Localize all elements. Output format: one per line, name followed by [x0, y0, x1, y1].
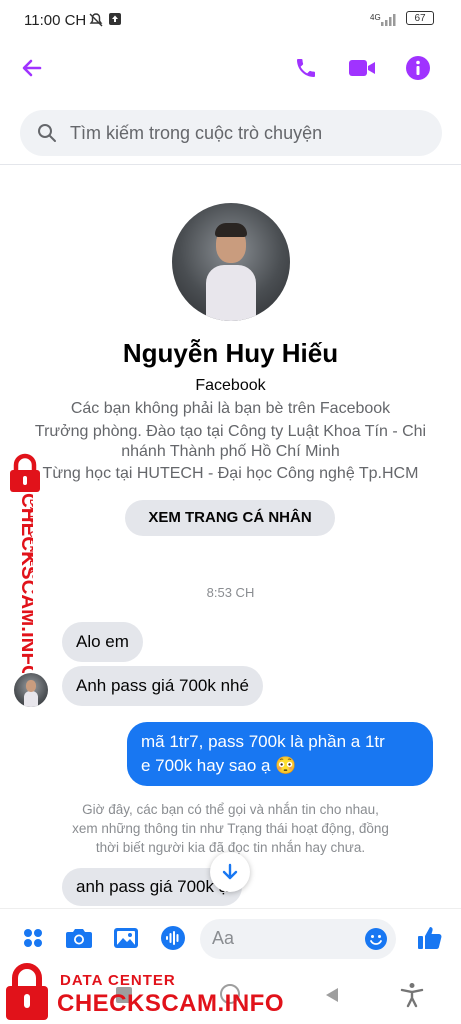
notice-line: xem những thông tin như Trạng thái hoạt …: [72, 821, 389, 836]
image-icon: [114, 928, 138, 948]
profile-education: Từng học tại HUTECH - Đại học Công nghệ …: [42, 465, 419, 482]
voice-call-button[interactable]: [288, 50, 324, 86]
signal-icon: [380, 12, 400, 29]
scroll-to-bottom-button[interactable]: [210, 852, 250, 892]
emoji-icon[interactable]: [364, 927, 388, 951]
back-button[interactable]: [14, 50, 50, 86]
profile-name: Nguyễn Huy Hiếu: [122, 338, 339, 368]
status-time: 11:00 CH: [24, 12, 87, 29]
arrow-down-icon: [222, 863, 238, 880]
view-profile-button[interactable]: XEM TRANG CÁ NHÂN: [125, 500, 335, 536]
profile-platform: Facebook: [195, 377, 266, 394]
microphone-icon: [161, 926, 185, 950]
info-icon: [406, 56, 430, 80]
watermark-big-bottom: CHECKSCAM.INFO: [57, 990, 284, 1017]
apps-button[interactable]: [18, 923, 48, 953]
watermark-lock-icon: [10, 453, 40, 492]
video-call-button[interactable]: [344, 50, 380, 86]
phone-icon: [297, 59, 315, 77]
outgoing-message-line: e 700k hay sao ạ 😳: [141, 756, 297, 775]
watermark-small-vertical: DATA CENTER: [28, 499, 33, 575]
message-timestamp: 8:53 CH: [206, 585, 255, 600]
info-button[interactable]: [400, 50, 436, 86]
watermark-vertical: CHECKSCAM.INFO DATA CENTER: [17, 493, 33, 673]
incoming-message[interactable]: Alo em: [62, 622, 143, 662]
message-composer: Aa: [0, 908, 461, 967]
outgoing-message-line: mã 1tr7, pass 700k là phần a 1tr: [141, 732, 385, 751]
chat-header: [0, 44, 461, 92]
notice-line: Giờ đây, các bạn có thể gọi và nhắn tin …: [82, 802, 379, 817]
four-dots-icon: [24, 929, 42, 947]
watermark-small-bottom: DATA CENTER: [60, 972, 176, 989]
conversation-search[interactable]: Tìm kiếm trong cuộc trò chuyện: [20, 110, 442, 156]
connection-notice: Giờ đây, các bạn có thể gọi và nhắn tin …: [40, 800, 421, 857]
profile-relation: Các bạn không phải là bạn bè trên Facebo…: [70, 400, 391, 417]
message-placeholder: Aa: [212, 928, 235, 948]
profile-work-line2: nhánh Thành phố Hồ Chí Minh: [121, 443, 340, 460]
profile-work-line1: Trưởng phòng. Đào tạo tại Công ty Luật K…: [34, 423, 427, 440]
camera-button[interactable]: [64, 923, 94, 953]
upload-icon: [108, 12, 122, 29]
status-bar: 11:00 CH 4G 67: [0, 0, 461, 40]
battery-indicator: 67: [406, 11, 434, 25]
search-placeholder: Tìm kiếm trong cuộc trò chuyện: [70, 123, 323, 143]
gallery-button[interactable]: [111, 923, 141, 953]
search-icon: [38, 124, 56, 142]
back-nav-icon[interactable]: [324, 986, 340, 1004]
accessibility-icon[interactable]: [400, 982, 424, 1008]
profile-avatar[interactable]: [172, 203, 290, 321]
video-camera-icon: [349, 60, 375, 76]
incoming-message[interactable]: Anh pass giá 700k nhé: [62, 666, 263, 706]
mute-icon: [88, 12, 104, 31]
outgoing-message[interactable]: mã 1tr7, pass 700k là phần a 1tr e 700k …: [127, 722, 433, 786]
back-arrow-icon: [22, 59, 42, 77]
watermark-lock-bottom-icon: [6, 963, 48, 1020]
thumbs-up-icon: [418, 927, 442, 949]
voice-message-button[interactable]: [158, 923, 188, 953]
like-button[interactable]: [415, 923, 445, 953]
camera-icon: [66, 929, 92, 948]
message-input[interactable]: Aa: [200, 919, 396, 959]
sender-avatar[interactable]: [14, 673, 48, 707]
header-divider: [0, 164, 461, 165]
